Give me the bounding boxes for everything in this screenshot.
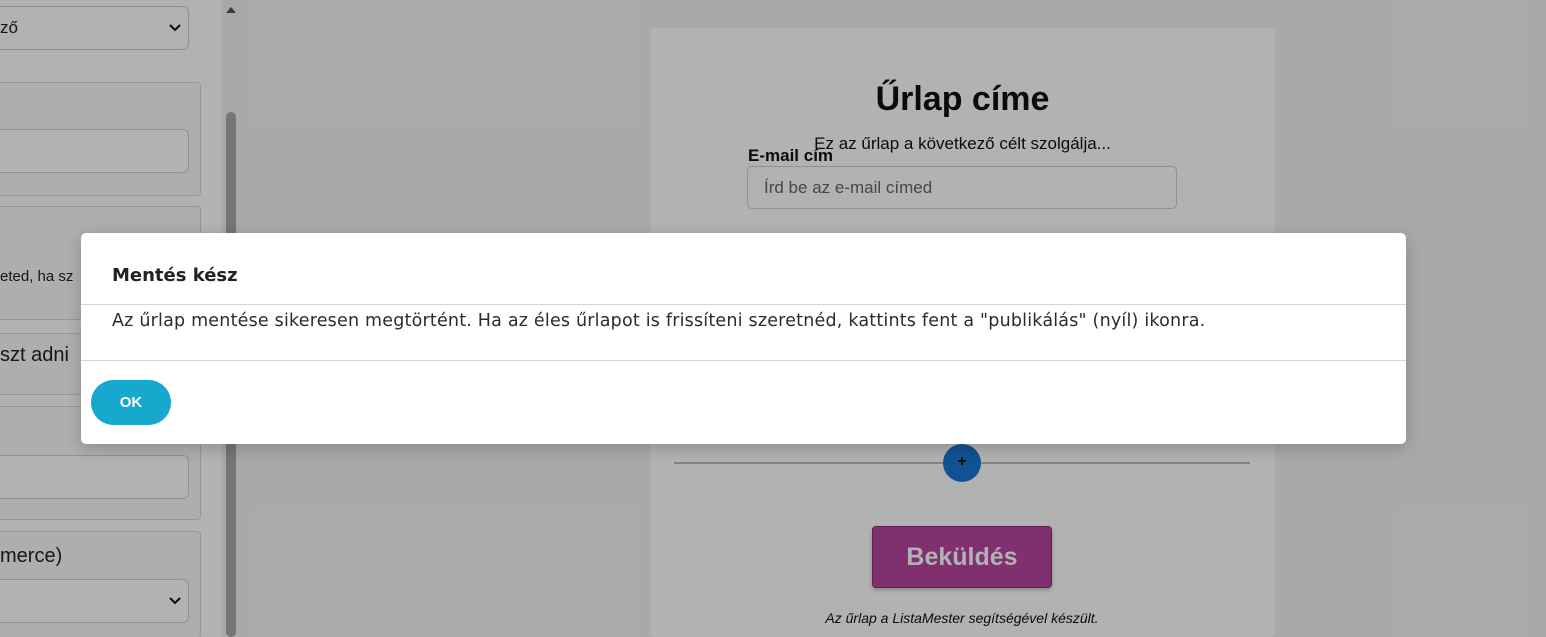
ok-button[interactable]: OK <box>91 380 171 425</box>
dialog-title: Mentés kész <box>112 265 238 286</box>
save-complete-dialog: Mentés kész Az űrlap mentése sikeresen m… <box>81 233 1406 444</box>
dialog-message: Az űrlap mentése sikeresen megtörtént. H… <box>112 311 1206 331</box>
dialog-body: Az űrlap mentése sikeresen megtörtént. H… <box>81 305 1406 361</box>
dialog-header: Mentés kész <box>81 233 1406 305</box>
